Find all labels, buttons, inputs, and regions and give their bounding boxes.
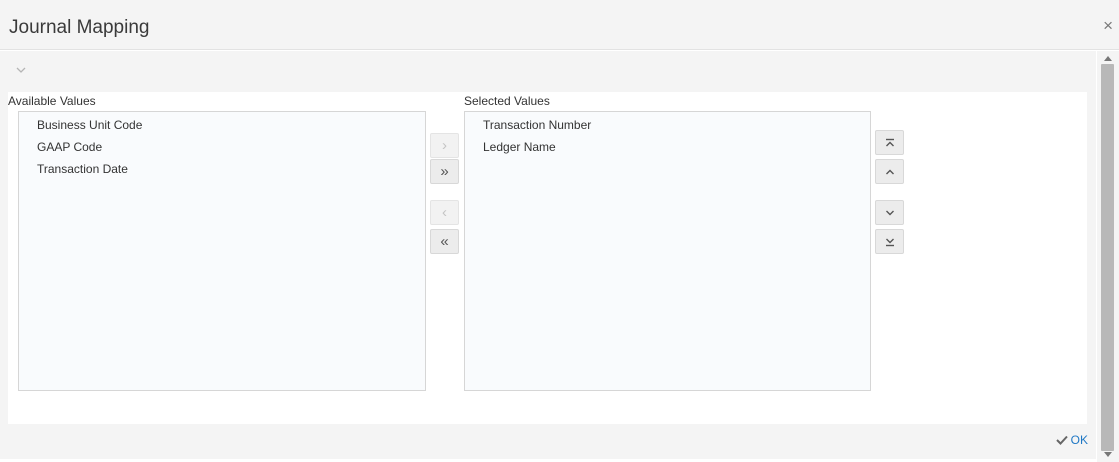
dialog-title: Journal Mapping [9, 17, 150, 38]
list-item[interactable]: Transaction Number [483, 118, 591, 132]
scrollbar-thumb[interactable] [1101, 64, 1114, 451]
ok-label: OK [1070, 433, 1088, 447]
move-all-left-button[interactable]: « [430, 229, 459, 254]
chevron-down-icon[interactable] [14, 64, 28, 76]
move-to-top-button[interactable] [875, 130, 904, 155]
list-item[interactable]: Ledger Name [483, 140, 556, 154]
move-up-button[interactable] [875, 159, 904, 184]
move-right-button[interactable]: › [430, 133, 459, 158]
chevron-right-icon: › [442, 137, 447, 154]
scroll-up-icon[interactable] [1104, 55, 1112, 61]
selected-values-list[interactable]: Transaction Number Ledger Name [464, 111, 871, 391]
move-all-right-button[interactable]: » [430, 159, 459, 184]
move-up-icon [885, 169, 894, 174]
ok-button[interactable]: OK [1055, 433, 1088, 447]
move-down-button[interactable] [875, 200, 904, 225]
available-values-list[interactable]: Business Unit Code GAAP Code Transaction… [18, 111, 426, 391]
selected-values-label: Selected Values [464, 94, 550, 108]
scroll-down-icon[interactable] [1104, 452, 1112, 458]
move-to-bottom-button[interactable] [875, 229, 904, 254]
close-icon[interactable]: × [1103, 16, 1113, 36]
chevron-left-icon: ‹ [442, 204, 447, 221]
list-item[interactable]: Transaction Date [37, 162, 128, 176]
move-bottom-icon [885, 238, 894, 246]
move-top-icon [885, 138, 894, 146]
double-chevron-right-icon: » [440, 163, 449, 180]
dialog-header: Journal Mapping × [0, 0, 1119, 50]
available-values-label: Available Values [8, 94, 96, 108]
move-left-button[interactable]: ‹ [430, 200, 459, 225]
list-item[interactable]: Business Unit Code [37, 118, 142, 132]
checkmark-icon [1055, 435, 1068, 445]
list-item[interactable]: GAAP Code [37, 140, 102, 154]
double-chevron-left-icon: « [440, 233, 449, 250]
move-down-icon [885, 210, 894, 215]
